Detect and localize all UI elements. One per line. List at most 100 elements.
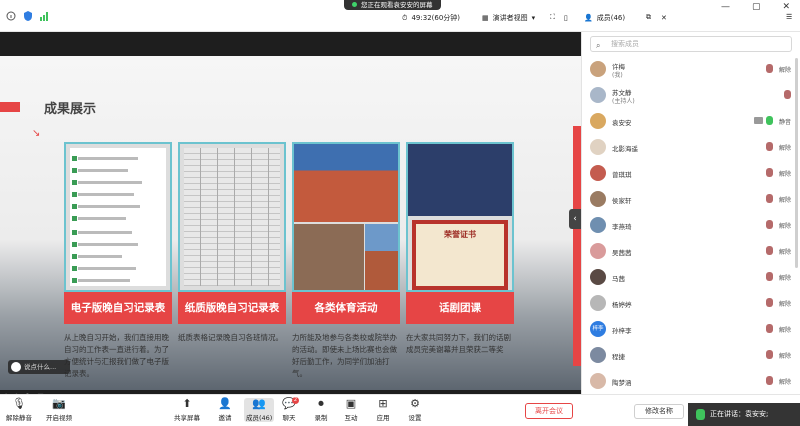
record-button[interactable]: ⏺ 录制	[314, 397, 328, 423]
top-bar: 您正在观看袁安安的屏幕 ⏱ 49:32(60分钟) ▦ 演讲者视图 ▾ ⛶ ▯ …	[0, 0, 800, 32]
member-row[interactable]: 吴茜茜 解除	[582, 238, 800, 264]
signal-icon[interactable]	[40, 11, 50, 21]
search-placeholder: 搜索成员	[611, 40, 639, 48]
emoji-icon	[11, 362, 21, 372]
start-video-button[interactable]: 📷 开启视频	[46, 397, 72, 423]
avatar	[590, 243, 606, 259]
member-action-button[interactable]: 解除	[779, 221, 791, 230]
chat-button[interactable]: 💬 2 聊天	[282, 397, 299, 422]
member-action-button[interactable]: 解除	[779, 247, 791, 256]
card-description: 在大家共同努力下，我们的话剧成员完美谢幕并且荣获二等奖	[406, 333, 511, 354]
member-role: (我)	[612, 72, 623, 79]
member-row[interactable]: 杨婷婷 解除	[582, 290, 800, 316]
member-action-button[interactable]: 解除	[779, 351, 791, 360]
leave-meeting-button[interactable]: 离开会议	[525, 403, 573, 419]
member-search-input[interactable]: ⌕ 搜索成员	[590, 36, 792, 52]
avatar: 梓李	[590, 321, 606, 337]
members-button[interactable]: 👥 成员(46)	[244, 397, 275, 422]
card-photo	[178, 142, 286, 292]
member-row[interactable]: 曾琪琪 解除	[582, 160, 800, 186]
search-icon: ⌕	[596, 41, 601, 50]
card-label: 话剧团课	[406, 292, 514, 324]
settings-button[interactable]: ⚙ 设置	[408, 398, 422, 423]
avatar	[590, 87, 606, 103]
members-icon: 👥	[252, 397, 267, 410]
member-action-button[interactable]: 解除	[779, 195, 791, 204]
member-name: 袁安安	[612, 119, 632, 127]
member-action-button[interactable]: 解除	[779, 65, 791, 74]
close-icon[interactable]: ✕	[661, 14, 667, 22]
info-icon[interactable]	[6, 11, 16, 21]
member-row[interactable]: 陶梦涵 解除	[582, 368, 800, 394]
member-action-button[interactable]: 解除	[779, 377, 791, 386]
member-action-button[interactable]: 解除	[779, 273, 791, 282]
avatar	[590, 217, 606, 233]
meeting-timer: ⏱ 49:32(60分钟)	[402, 13, 460, 23]
chat-pill-text: 说点什么...	[24, 363, 57, 371]
member-row[interactable]: 梓李 孙梓李 解除	[582, 316, 800, 342]
member-action-button[interactable]: 解除	[779, 169, 791, 178]
member-row[interactable]: 袁安安 静音	[582, 108, 800, 134]
avatar	[590, 347, 606, 363]
mic-muted-icon	[766, 376, 773, 385]
mic-muted-icon	[766, 142, 773, 151]
avatar	[590, 269, 606, 285]
slide-accent-bar	[0, 102, 20, 112]
member-row[interactable]: 北影海遥 解除	[582, 134, 800, 160]
card-label: 各类体育活动	[292, 292, 400, 324]
avatar	[590, 113, 606, 129]
paper-table-image	[184, 148, 280, 286]
mic-muted-icon	[766, 194, 773, 203]
rename-button[interactable]: 修改名称	[634, 404, 684, 419]
maximize-icon[interactable]: ▢	[752, 2, 761, 12]
minimize-icon[interactable]: —	[721, 2, 730, 12]
member-row[interactable]: 许梅 (我) 解除	[582, 56, 800, 82]
record-icon: ⏺	[318, 397, 324, 410]
shield-icon[interactable]	[23, 11, 33, 21]
more-menu-icon[interactable]: ☰	[786, 13, 792, 21]
member-row[interactable]: 苏文静 (主持人)	[582, 82, 800, 108]
live-dot-icon	[352, 2, 357, 7]
card-drama: 荣誉证书 话剧团课 在大家共同努力下，我们的话剧成员完美谢幕并且荣获二等奖	[406, 142, 514, 356]
member-action-button[interactable]: 静音	[779, 117, 791, 126]
chat-input-pill[interactable]: 说点什么...	[8, 360, 70, 374]
panel-toggle-icon[interactable]: ▯	[564, 14, 568, 22]
clock-icon: ⏱	[402, 13, 408, 22]
member-row[interactable]: 程捷 解除	[582, 342, 800, 368]
mic-muted-icon	[766, 168, 773, 177]
mic-muted-icon	[766, 298, 773, 307]
invite-icon: 👤	[218, 397, 232, 410]
sharing-banner-text: 您正在观看袁安安的屏幕	[361, 1, 433, 9]
card-sports: 各类体育活动 力所能及地参与各类校或院举办的活动。即使未上场比赛也会做好后勤工作…	[292, 142, 400, 380]
window-close-icon[interactable]: ✕	[782, 2, 790, 12]
sharing-banner: 您正在观看袁安安的屏幕	[344, 0, 441, 10]
member-action-button[interactable]: 解除	[779, 325, 791, 334]
collapse-panel-button[interactable]: ‹	[569, 209, 581, 229]
popout-icon[interactable]: ⧉	[646, 13, 651, 22]
share-screen-icon: ⬆	[182, 397, 192, 410]
chevron-down-icon: ▾	[531, 14, 536, 22]
member-name: 马茜	[612, 275, 625, 283]
arrow-icon: ↘	[32, 128, 41, 139]
share-screen-button[interactable]: ⬆ 共享屏幕	[174, 397, 200, 423]
member-role: (主持人)	[612, 98, 635, 105]
member-row[interactable]: 李燕琦 解除	[582, 212, 800, 238]
unmute-button[interactable]: 🎙 解除静音	[6, 398, 32, 423]
interact-button[interactable]: ▣ 互动	[344, 398, 358, 423]
expand-icon[interactable]: ⛶	[550, 13, 555, 22]
member-row[interactable]: 侯家轩 解除	[582, 186, 800, 212]
layout-buttons: ⛶ ▯	[550, 13, 568, 22]
member-action-button[interactable]: 解除	[779, 143, 791, 152]
member-list-scrollbar[interactable]	[795, 58, 798, 268]
view-mode-dropdown[interactable]: ▦ 演讲者视图 ▾	[482, 13, 535, 23]
camera-off-icon: 📷	[52, 397, 66, 410]
grid-icon: ▦	[482, 14, 489, 22]
card-description: 力所能及地参与各类校或院举办的活动。即使未上场比赛也会做好后勤工作，为同学们加油…	[292, 333, 397, 378]
person-icon: 👤	[584, 14, 593, 22]
member-action-button[interactable]: 解除	[779, 299, 791, 308]
invite-button[interactable]: 👤 邀请	[218, 397, 232, 423]
member-list: 许梅 (我) 解除 苏文静 (主持人) 袁安安 静音 北影海遥 解除 曾琪琪 解除 侯家轩 解除 李燕琦解…	[582, 56, 800, 394]
apps-button[interactable]: ⊞ 应用	[376, 398, 390, 423]
members-panel-header: 👤 成员(46)	[584, 13, 625, 23]
member-row[interactable]: 马茜 解除	[582, 264, 800, 290]
